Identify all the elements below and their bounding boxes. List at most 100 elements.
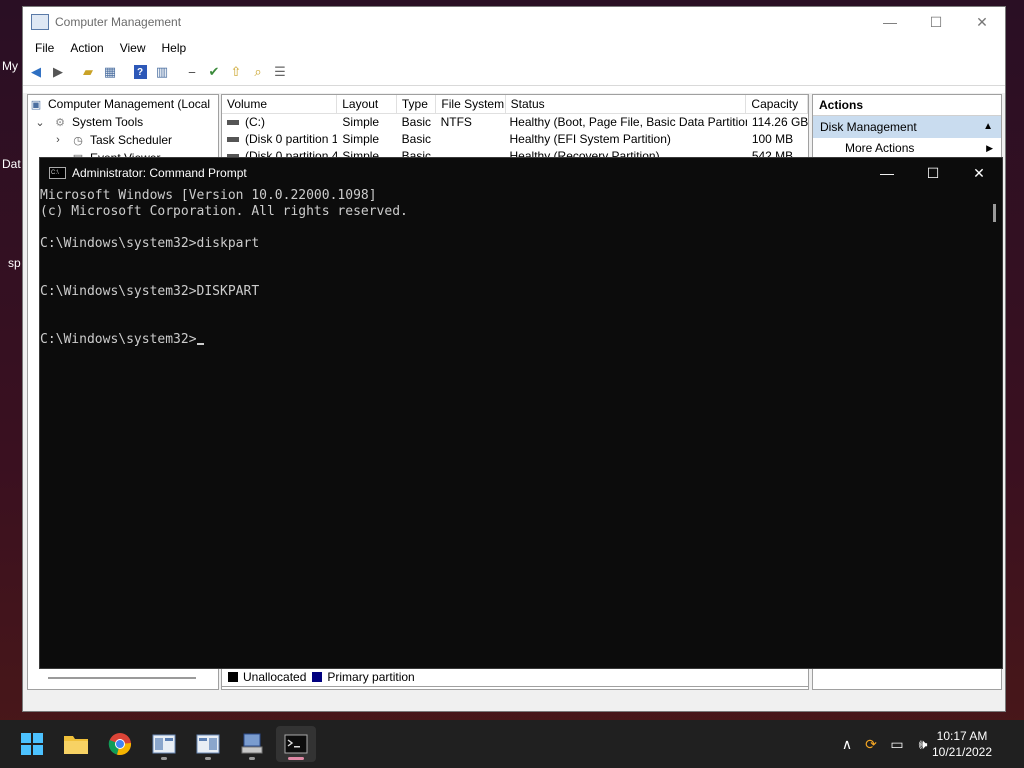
collapse-up-icon[interactable]: ▲ [983, 116, 993, 138]
minimize-button[interactable]: — [867, 14, 913, 31]
desktop-label-sp[interactable]: sp [8, 256, 21, 270]
cell-status: Healthy (EFI System Partition) [509, 132, 671, 146]
cmd-line: C:\Windows\system32>DISKPART [40, 284, 260, 299]
actions-disk-management-label: Disk Management [820, 120, 917, 134]
disk-legend: Unallocated Primary partition [221, 667, 809, 687]
maximize-button[interactable]: ☐ [913, 14, 959, 31]
column-header-status[interactable]: Status [506, 95, 747, 113]
properties-icon[interactable]: ☰ [270, 63, 290, 81]
primary-partition-swatch [312, 672, 323, 682]
cursor-caret [196, 343, 204, 345]
tools-icon: ⚙ [55, 116, 65, 129]
cmd-prompt: C:\Windows\system32> [40, 332, 197, 347]
cmd-title-bar[interactable]: C:\ Administrator: Command Prompt — ☐ ✕ [40, 158, 1002, 188]
column-header-layout[interactable]: Layout [337, 95, 397, 113]
back-arrow-icon[interactable]: ◀ [26, 63, 46, 81]
cmd-line [40, 316, 408, 332]
cell-status: Healthy (Boot, Page File, Basic Data Par… [509, 115, 747, 129]
cell-volume: (C:) [245, 115, 265, 129]
desktop-label-dat[interactable]: Dat [2, 157, 21, 171]
cmd-line: C:\Windows\system32>diskpart [40, 236, 260, 251]
start-button[interactable] [12, 726, 52, 762]
file-explorer-icon [64, 736, 88, 754]
taskbar-chrome[interactable] [100, 726, 140, 762]
cmd-line [40, 268, 408, 284]
actions-header: Actions [813, 95, 1001, 116]
search-icon[interactable]: ⌕ [248, 63, 268, 81]
actions-disk-management[interactable]: Disk Management ▲ [813, 116, 1001, 138]
network-icon[interactable]: ▭ [886, 720, 908, 768]
up-folder-icon[interactable]: ▰ [78, 63, 98, 81]
taskbar-command-prompt[interactable] [276, 726, 316, 762]
volume-list-header: Volume Layout Type File System Status Ca… [222, 95, 808, 114]
column-header-file-system[interactable]: File System [436, 95, 506, 113]
tree-item-task-scheduler[interactable]: › ◷ Task Scheduler [28, 131, 218, 149]
tree-horizontal-scrollbar[interactable] [48, 677, 196, 679]
tree-item-system-tools[interactable]: ⌄ ⚙ System Tools [28, 113, 218, 131]
cm-title-bar[interactable]: Computer Management — ☐ ✕ [23, 7, 1005, 37]
command-prompt-icon [284, 734, 308, 754]
cmd-close-button[interactable]: ✕ [956, 165, 1002, 182]
close-button[interactable]: ✕ [959, 14, 1005, 31]
cmd-window-title: Administrator: Command Prompt [72, 166, 247, 180]
cmd-output[interactable]: Microsoft Windows [Version 10.0.22000.10… [40, 188, 408, 348]
unallocated-swatch [228, 672, 238, 682]
command-prompt-window[interactable]: C:\ Administrator: Command Prompt — ☐ ✕ … [39, 157, 1003, 669]
tree-system-tools-label: System Tools [72, 115, 144, 129]
volume-icon [227, 120, 239, 126]
cmd-line [40, 300, 408, 316]
checklist-icon[interactable]: ✔ [204, 63, 224, 81]
desktop-label-my[interactable]: My [2, 59, 18, 73]
actions-more-actions[interactable]: More Actions ▶ [813, 138, 1001, 158]
cell-layout: Simple [342, 115, 380, 129]
cell-capacity: 100 MB [751, 132, 794, 146]
cmd-line [40, 252, 408, 268]
event-viewer-icon [196, 734, 220, 754]
cmd-prompt-line[interactable]: C:\Windows\system32> [40, 332, 408, 348]
computer-icon: ▣ [30, 98, 42, 111]
menu-help[interactable]: Help [154, 41, 195, 55]
chevron-right-icon[interactable]: › [50, 133, 66, 147]
clock-time: 10:17 AM [936, 729, 988, 743]
taskbar: ∧ ⟳ ▭ 🕪 10:17 AM 10/21/2022 [0, 720, 1024, 768]
cell-type: Basic [401, 115, 432, 129]
clock[interactable]: 10:17 AM 10/21/2022 [930, 728, 994, 760]
cm-window-title: Computer Management [55, 15, 182, 29]
help-icon[interactable]: ? [130, 63, 150, 81]
cmd-line: Microsoft Windows [Version 10.0.22000.10… [40, 188, 377, 203]
column-header-type[interactable]: Type [397, 95, 437, 113]
command-prompt-icon: C:\ [49, 167, 66, 179]
column-header-capacity[interactable]: Capacity [746, 95, 808, 113]
taskbar-device-manager[interactable] [232, 726, 272, 762]
export-icon[interactable]: ⇧ [226, 63, 246, 81]
computer-management-app-icon [31, 14, 49, 30]
table-row[interactable]: (Disk 0 partition 1) Simple Basic Health… [222, 131, 808, 148]
cm-toolbar: ◀ ▶ ▰ ▦ ? ▥ ⎯ ✔ ⇧ ⌕ ☰ [23, 59, 1005, 86]
cell-file-system: NTFS [440, 115, 472, 129]
cmd-minimize-button[interactable]: — [864, 165, 910, 182]
cmd-scrollbar-thumb[interactable] [993, 204, 996, 222]
column-header-volume[interactable]: Volume [222, 95, 338, 113]
menu-action[interactable]: Action [62, 41, 111, 55]
computer-management-icon [152, 734, 176, 754]
menu-file[interactable]: File [27, 41, 62, 55]
tree-item-root[interactable]: ▣ Computer Management (Local [28, 95, 218, 113]
taskbar-computer-management[interactable] [144, 726, 184, 762]
cell-type: Basic [401, 132, 432, 146]
chevron-right-icon: ▶ [986, 143, 993, 153]
show-hidden-icons-icon[interactable]: ∧ [838, 720, 856, 768]
chevron-down-icon[interactable]: ⌄ [32, 115, 48, 129]
menu-view[interactable]: View [112, 41, 154, 55]
table-row[interactable]: (C:) Simple Basic NTFS Healthy (Boot, Pa… [222, 114, 808, 131]
cell-capacity: 114.26 GB [751, 115, 809, 129]
show-hide-action-pane-icon[interactable]: ▥ [152, 63, 172, 81]
cmd-maximize-button[interactable]: ☐ [910, 165, 956, 182]
taskbar-event-viewer[interactable] [188, 726, 228, 762]
taskbar-file-explorer[interactable] [56, 726, 96, 762]
show-hide-tree-icon[interactable]: ▦ [100, 63, 120, 81]
connect-icon[interactable]: ⎯ [182, 63, 202, 81]
device-manager-icon [241, 733, 263, 754]
forward-arrow-icon[interactable]: ▶ [48, 63, 68, 81]
volume-icon [227, 137, 239, 143]
sync-icon[interactable]: ⟳ [860, 720, 882, 768]
